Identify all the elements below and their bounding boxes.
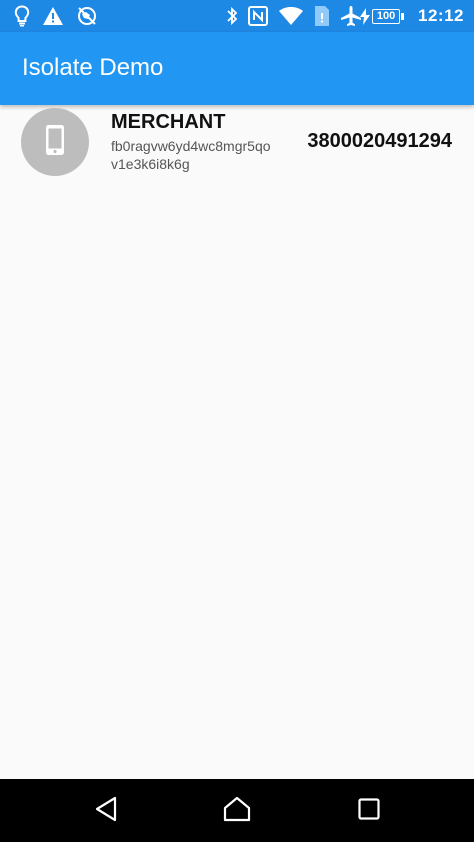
home-button[interactable] <box>217 791 257 831</box>
item-title: MERCHANT <box>111 111 226 133</box>
item-subtitle: fb0ragvw6yd4wc8mgr5qov1e3k6i8k6g <box>111 138 271 172</box>
status-right-icons: 100 12:12 <box>226 4 464 28</box>
battery-indicator: 100 <box>360 7 406 25</box>
status-clock: 12:12 <box>418 6 464 25</box>
list-item[interactable]: MERCHANT fb0ragvw6yd4wc8mgr5qov1e3k6i8k6… <box>0 105 474 179</box>
navigation-bar <box>0 779 474 842</box>
wifi-icon <box>278 6 304 26</box>
airplane-icon <box>340 5 362 27</box>
recents-button[interactable] <box>349 791 389 831</box>
warning-icon <box>42 6 64 26</box>
home-icon <box>223 796 251 827</box>
status-bar: 100 12:12 <box>0 0 474 32</box>
screen: 100 12:12 Isolate Demo MERCHANT fb0ragvw… <box>0 0 474 842</box>
back-icon <box>94 796 118 827</box>
back-button[interactable] <box>86 791 126 831</box>
no-location-icon <box>76 5 98 27</box>
battery-tip <box>401 12 405 20</box>
recents-icon <box>358 797 380 825</box>
app-title: Isolate Demo <box>22 54 164 81</box>
bluetooth-icon <box>226 6 238 26</box>
charging-icon <box>360 7 371 25</box>
avatar <box>21 108 89 176</box>
nfc-icon <box>248 6 269 26</box>
phone-icon <box>45 124 65 161</box>
item-value: 3800020491294 <box>307 130 452 152</box>
status-left-icons <box>14 4 98 28</box>
lightbulb-icon <box>14 5 30 27</box>
app-bar: Isolate Demo <box>0 32 474 105</box>
battery-level: 100 <box>372 8 401 24</box>
sim-icon <box>314 5 330 27</box>
